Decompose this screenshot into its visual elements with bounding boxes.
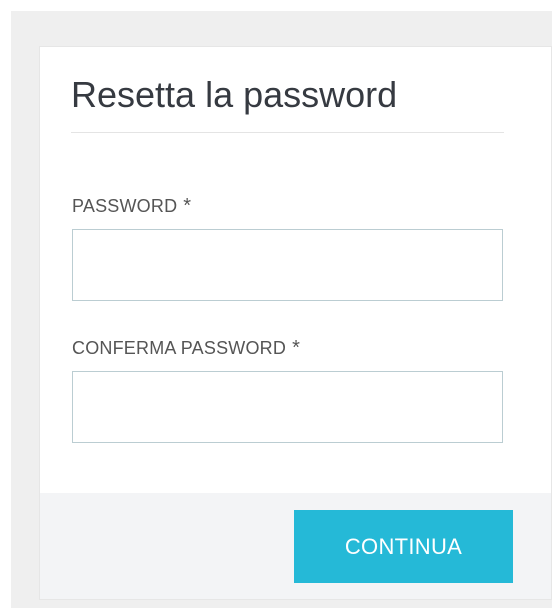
password-label: PASSWORD * <box>72 195 191 217</box>
card-footer: CONTINUA <box>40 493 551 599</box>
continue-button[interactable]: CONTINUA <box>294 510 513 583</box>
reset-password-card: Resetta la password PASSWORD * CONFERMA P… <box>39 46 552 600</box>
password-required-mark: * <box>183 195 192 217</box>
page-title: Resetta la password <box>71 74 398 115</box>
confirm-password-label: CONFERMA PASSWORD * <box>72 337 300 359</box>
password-input[interactable] <box>72 229 503 301</box>
confirm-password-label-text: CONFERMA PASSWORD <box>72 338 287 358</box>
confirm-password-required-mark: * <box>292 337 301 359</box>
title-divider <box>71 132 504 133</box>
confirm-password-input[interactable] <box>72 371 503 443</box>
password-label-text: PASSWORD <box>72 196 178 216</box>
